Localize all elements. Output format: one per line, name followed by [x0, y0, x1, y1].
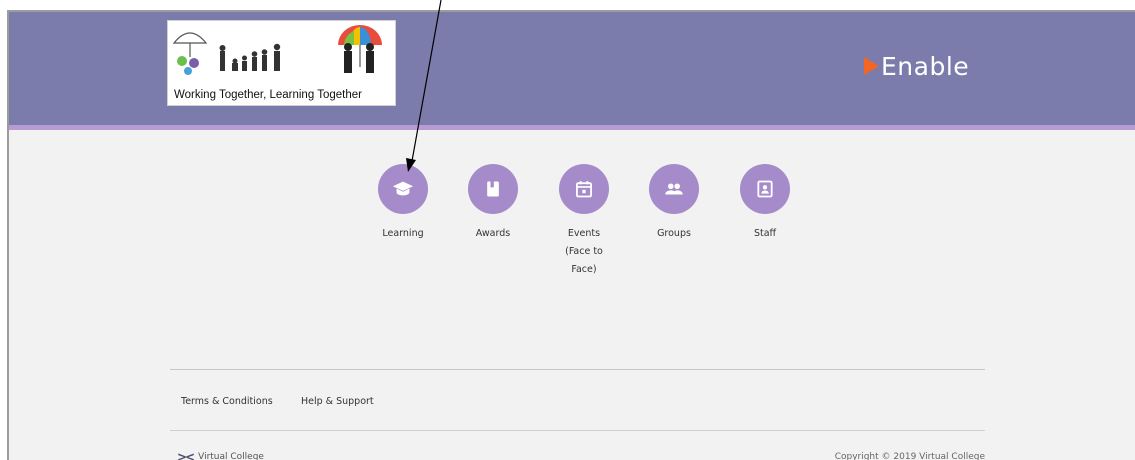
nav-item-events[interactable]: Events (Face to Face) [548, 164, 620, 279]
nav-circle [649, 164, 699, 214]
virtual-college-mark-icon: >< [177, 450, 195, 460]
nav-circle [468, 164, 518, 214]
nav-label-events-line: Events (Face to Face) [565, 228, 603, 275]
site-logo[interactable]: Working Together, Learning Together [167, 20, 396, 106]
footer-divider [170, 430, 985, 431]
nav-label-learning: Learning [382, 228, 424, 239]
nav-label-staff: Staff [753, 228, 777, 239]
footer-divider [170, 369, 985, 370]
graduation-cap-icon [392, 181, 414, 196]
help-support-link[interactable]: Help & Support [301, 396, 374, 407]
id-badge-icon [757, 180, 773, 198]
play-arrow-icon [864, 57, 879, 75]
nav-label-groups: Groups [657, 228, 691, 239]
nav-item-learning[interactable]: Learning [367, 164, 439, 243]
calendar-icon [576, 181, 592, 198]
logo-silhouettes-image [172, 25, 382, 75]
site-header: Working Together, Learning Together Enab… [9, 12, 1135, 125]
nav-circle [378, 164, 428, 214]
terms-conditions-link[interactable]: Terms & Conditions [181, 396, 273, 407]
people-icon [665, 183, 683, 195]
logo-caption: Working Together, Learning Together [174, 89, 362, 101]
nav-circle [559, 164, 609, 214]
nav-circle [740, 164, 790, 214]
nav-label-awards: Awards [475, 228, 511, 239]
nav-item-groups[interactable]: Groups [638, 164, 710, 243]
browser-viewport: Working Together, Learning Together Enab… [7, 10, 1135, 460]
nav-item-staff[interactable]: Staff [729, 164, 801, 243]
nav-label-events: Events (Face to Face) [548, 225, 620, 279]
enable-brand[interactable]: Enable [864, 48, 969, 84]
nav-item-awards[interactable]: Awards [457, 164, 529, 243]
copyright-text: Copyright © 2019 Virtual College [834, 452, 985, 460]
book-icon [487, 181, 499, 197]
virtual-college-logo[interactable]: >< Virtual College [177, 450, 264, 460]
header-accent-stripe [9, 125, 1135, 130]
brand-name: Enable [881, 51, 970, 81]
virtual-college-name: Virtual College [198, 452, 264, 460]
